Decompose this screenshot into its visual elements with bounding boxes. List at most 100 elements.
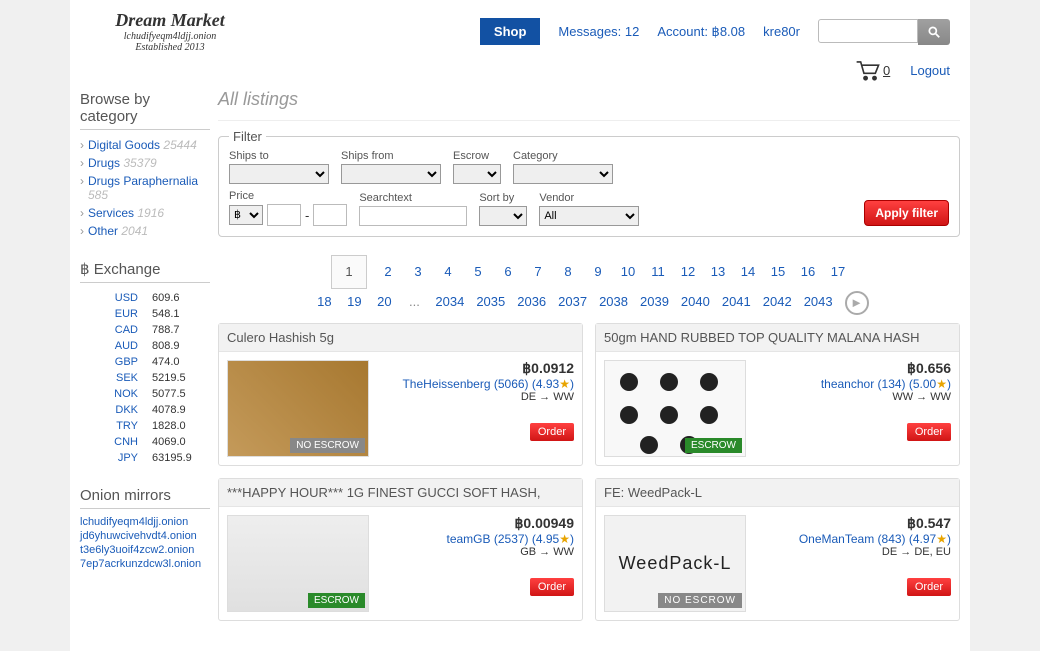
xchg-currency: USD <box>82 291 144 305</box>
brand-sub: lchudifyeqm4ldjj.onion <box>90 31 250 42</box>
escrow-badge: ESCROW <box>685 438 742 453</box>
page-link[interactable]: 2042 <box>763 289 792 315</box>
listing-thumb[interactable]: ESCROW <box>227 515 369 612</box>
sortby-select[interactable] <box>479 206 527 226</box>
cart-button[interactable]: 0 <box>855 59 890 81</box>
mirror-link[interactable]: lchudifyeqm4ldjj.onion <box>80 515 210 529</box>
sidebar-category[interactable]: Drugs 35379 <box>80 154 210 172</box>
page-title: All listings <box>218 83 960 121</box>
page-link[interactable]: 4 <box>439 259 457 285</box>
category-count: 1916 <box>137 206 164 220</box>
page-link[interactable]: 2034 <box>435 289 464 315</box>
page-link[interactable]: 2037 <box>558 289 587 315</box>
price-min-input[interactable] <box>267 204 301 226</box>
category-link[interactable]: Services <box>88 206 134 220</box>
page-link[interactable]: 12 <box>679 259 697 285</box>
messages-link[interactable]: Messages: 12 <box>558 24 639 39</box>
order-button[interactable]: Order <box>907 423 951 441</box>
order-button[interactable]: Order <box>530 578 574 596</box>
account-link[interactable]: Account: ฿8.08 <box>657 24 745 40</box>
category-link[interactable]: Other <box>88 224 118 238</box>
xchg-currency: CAD <box>82 323 144 337</box>
vendor-select[interactable]: All <box>539 206 639 226</box>
vendor-link[interactable]: OneManTeam (843) (4.97★) <box>799 532 951 546</box>
listing-title[interactable]: 50gm HAND RUBBED TOP QUALITY MALANA HASH <box>596 324 959 352</box>
category-select[interactable] <box>513 164 613 184</box>
listing-thumb[interactable]: ESCROW <box>604 360 746 457</box>
category-link[interactable]: Digital Goods <box>88 138 160 152</box>
xchg-currency: JPY <box>82 451 144 465</box>
listing-title[interactable]: Culero Hashish 5g <box>219 324 582 352</box>
vendor-link[interactable]: teamGB (2537) (4.95★) <box>447 532 575 546</box>
next-page-button[interactable]: ► <box>845 291 869 315</box>
listing-ship: WW → WW <box>754 391 951 403</box>
logout-link[interactable]: Logout <box>910 63 950 78</box>
listing-thumb[interactable]: NO ESCROW <box>227 360 369 457</box>
listing-title[interactable]: ***HAPPY HOUR*** 1G FINEST GUCCI SOFT HA… <box>219 479 582 507</box>
mirror-link[interactable]: 7ep7acrkunzdcw3l.onion <box>80 557 210 571</box>
page-link[interactable]: 19 <box>345 289 363 315</box>
search-button[interactable] <box>918 19 950 45</box>
page-link[interactable]: 2035 <box>476 289 505 315</box>
sidebar-category[interactable]: Services 1916 <box>80 204 210 222</box>
category-link[interactable]: Drugs <box>88 156 120 170</box>
page-link[interactable]: 11 <box>649 259 667 285</box>
mirror-link[interactable]: t3e6ly3uoif4zcw2.onion <box>80 543 210 557</box>
listing-card: ***HAPPY HOUR*** 1G FINEST GUCCI SOFT HA… <box>218 478 583 621</box>
page-link[interactable]: 9 <box>589 259 607 285</box>
page-link[interactable]: 14 <box>739 259 757 285</box>
vendor-link[interactable]: theanchor (134) (5.00★) <box>821 377 951 391</box>
page-link[interactable]: 17 <box>829 259 847 285</box>
page-link[interactable]: 10 <box>619 259 637 285</box>
sidebar-category[interactable]: Other 2041 <box>80 222 210 240</box>
xchg-currency: AUD <box>82 339 144 353</box>
xchg-currency: GBP <box>82 355 144 369</box>
page-link[interactable]: 18 <box>315 289 333 315</box>
search-input[interactable] <box>818 19 918 43</box>
price-currency-select[interactable]: ฿ <box>229 205 263 225</box>
page-link[interactable]: 16 <box>799 259 817 285</box>
listing-ship: GB → WW <box>377 546 574 558</box>
page-link[interactable]: 13 <box>709 259 727 285</box>
page-link[interactable]: 8 <box>559 259 577 285</box>
page-link[interactable]: 3 <box>409 259 427 285</box>
category-count: 25444 <box>163 138 196 152</box>
page-link[interactable]: 5 <box>469 259 487 285</box>
vendor-link[interactable]: TheHeissenberg (5066) (4.93★) <box>402 377 574 391</box>
shop-button[interactable]: Shop <box>480 18 541 45</box>
page-link[interactable]: 7 <box>529 259 547 285</box>
price-max-input[interactable] <box>313 204 347 226</box>
searchtext-input[interactable] <box>359 206 467 226</box>
page-link[interactable]: 2041 <box>722 289 751 315</box>
user-link[interactable]: kre80r <box>763 24 800 39</box>
ships-to-select[interactable] <box>229 164 329 184</box>
page-link[interactable]: 2 <box>379 259 397 285</box>
page-link[interactable]: 15 <box>769 259 787 285</box>
sidebar-category[interactable]: Drugs Paraphernalia 585 <box>80 172 210 204</box>
listing-thumb[interactable]: WeedPack-LNO ESCROW <box>604 515 746 612</box>
apply-filter-button[interactable]: Apply filter <box>864 200 949 226</box>
sidebar-category[interactable]: Digital Goods 25444 <box>80 136 210 154</box>
page-link[interactable]: 2043 <box>804 289 833 315</box>
page-link[interactable]: 2039 <box>640 289 669 315</box>
listing-card: FE: WeedPack-LWeedPack-LNO ESCROW฿0.547O… <box>595 478 960 621</box>
escrow-select[interactable] <box>453 164 501 184</box>
page-link[interactable]: 2038 <box>599 289 628 315</box>
page-link[interactable]: 6 <box>499 259 517 285</box>
brand-est: Established 2013 <box>90 42 250 53</box>
page-link[interactable]: 2036 <box>517 289 546 315</box>
brand-title: Dream Market <box>90 10 250 31</box>
filter-legend: Filter <box>229 129 266 144</box>
sortby-label: Sort by <box>479 192 527 204</box>
page-link[interactable]: 20 <box>375 289 393 315</box>
xchg-currency: TRY <box>82 419 144 433</box>
order-button[interactable]: Order <box>907 578 951 596</box>
listing-title[interactable]: FE: WeedPack-L <box>596 479 959 507</box>
listing-card: Culero Hashish 5gNO ESCROW฿0.0912TheHeis… <box>218 323 583 466</box>
order-button[interactable]: Order <box>530 423 574 441</box>
mirrors-heading: Onion mirrors <box>80 483 210 509</box>
category-link[interactable]: Drugs Paraphernalia <box>88 174 198 188</box>
page-link[interactable]: 2040 <box>681 289 710 315</box>
ships-from-select[interactable] <box>341 164 441 184</box>
mirror-link[interactable]: jd6yhuwcivehvdt4.onion <box>80 529 210 543</box>
